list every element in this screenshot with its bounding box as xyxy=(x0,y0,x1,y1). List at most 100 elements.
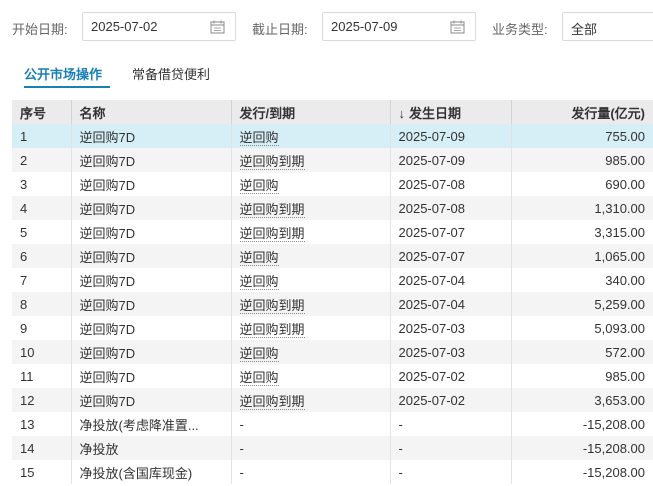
cell-amount: 5,259.00 xyxy=(511,292,653,316)
business-type-label: 业务类型: xyxy=(492,22,548,37)
issue-maturity-value[interactable]: 逆回购到期 xyxy=(239,201,305,218)
cell-issue-maturity: - xyxy=(231,412,391,436)
header-seq[interactable]: 序号 xyxy=(12,100,72,124)
cell-amount: 1,065.00 xyxy=(511,244,653,268)
cell-date: 2025-07-03 xyxy=(390,316,512,340)
table-row[interactable]: 11 逆回购7D 逆回购 2025-07-02 985.00 xyxy=(12,364,653,388)
cell-issue-maturity: 逆回购 xyxy=(231,172,391,196)
issue-maturity-value[interactable]: 逆回购到期 xyxy=(239,393,305,410)
issue-maturity-value[interactable]: 逆回购 xyxy=(239,249,279,266)
calendar-icon[interactable] xyxy=(450,20,465,34)
cell-name: 净投放(考虑降准置... xyxy=(71,412,232,436)
header-amount[interactable]: 发行量(亿元) xyxy=(511,100,653,124)
operations-table: 序号 名称 发行/到期 ↓ 发生日期 发行量(亿元) 1 逆回购7D 逆回购 2025-… xyxy=(12,100,653,484)
cell-seq: 10 xyxy=(12,340,72,364)
issue-maturity-value[interactable]: 逆回购到期 xyxy=(239,321,305,338)
filter-bar: 开始日期: 2025-07-02 截止日期: 2025-07-09 业务类型: … xyxy=(0,12,653,42)
cell-seq: 6 xyxy=(12,244,72,268)
tab-standing-lending-facility[interactable]: 常备借贷便利 xyxy=(132,64,210,83)
header-name[interactable]: 名称 xyxy=(71,100,232,124)
table-row[interactable]: 15 净投放(含国库现金) - - -15,208.00 xyxy=(12,460,653,484)
cell-amount: 340.00 xyxy=(605,272,645,288)
cell-seq: 9 xyxy=(12,316,72,340)
start-date-value: 2025-07-02 xyxy=(91,19,158,34)
cell-seq: 13 xyxy=(12,412,72,436)
cell-amount: 572.00 xyxy=(511,340,653,364)
cell-date: 2025-07-07 xyxy=(390,220,512,244)
tab-open-market-operations[interactable]: 公开市场操作 xyxy=(24,64,102,83)
table-row[interactable]: 10 逆回购7D 逆回购 2025-07-03 572.00 xyxy=(12,340,653,364)
calendar-icon[interactable] xyxy=(210,20,225,34)
cell-name: 逆回购7D xyxy=(71,124,232,148)
issue-maturity-value: - xyxy=(239,416,244,432)
cell-issue-maturity: 逆回购 xyxy=(231,124,391,148)
issue-maturity-value[interactable]: 逆回购 xyxy=(239,177,279,194)
issue-maturity-value[interactable]: 逆回购到期 xyxy=(239,297,305,314)
table-row[interactable]: 2 逆回购7D 逆回购到期 2025-07-09 985.00 xyxy=(12,148,653,172)
table-row[interactable]: 3 逆回购7D 逆回购 2025-07-08 690.00 xyxy=(12,172,653,196)
cell-amount: 985.00 xyxy=(511,148,653,172)
cell-issue-maturity: - xyxy=(231,460,391,484)
table-row[interactable]: 14 净投放 - - -15,208.00 xyxy=(12,436,653,460)
cell-issue-maturity: 逆回购 xyxy=(231,268,391,292)
end-date-label: 截止日期: xyxy=(252,22,308,37)
cell-date: 2025-07-02 xyxy=(390,388,512,412)
cell-seq: 8 xyxy=(12,292,72,316)
header-date[interactable]: ↓ 发生日期 xyxy=(390,100,512,124)
cell-amount: -15,208.00 xyxy=(511,436,653,460)
table-row[interactable]: 7 逆回购7D 逆回购 2025-07-04 340.00 xyxy=(12,268,653,292)
cell-amount: -15,208.00 xyxy=(582,464,645,480)
issue-maturity-value[interactable]: 逆回购 xyxy=(239,129,279,146)
table-row[interactable]: 1 逆回购7D 逆回购 2025-07-09 755.00 xyxy=(12,124,653,148)
active-tab-indicator xyxy=(24,86,110,88)
issue-maturity-value[interactable]: 逆回购到期 xyxy=(239,225,305,242)
table-row[interactable]: 9 逆回购7D 逆回购到期 2025-07-03 5,093.00 xyxy=(12,316,653,340)
cell-seq: 14 xyxy=(12,436,72,460)
cell-name: 逆回购7D xyxy=(71,220,232,244)
cell-amount: 985.00 xyxy=(605,368,645,384)
table-row[interactable]: 6 逆回购7D 逆回购 2025-07-07 1,065.00 xyxy=(12,244,653,268)
issue-maturity-value[interactable]: 逆回购到期 xyxy=(239,153,305,170)
table-row[interactable]: 13 净投放(考虑降准置... - - -15,208.00 xyxy=(12,412,653,436)
cell-date: 2025-07-04 xyxy=(390,268,512,292)
cell-issue-maturity: 逆回购到期 xyxy=(231,148,391,172)
business-type-value: 全部 xyxy=(571,22,598,37)
cell-issue-maturity: 逆回购到期 xyxy=(231,388,391,412)
cell-seq: 3 xyxy=(12,172,72,196)
business-type-select[interactable]: 全部 xyxy=(562,12,653,41)
issue-maturity-value[interactable]: 逆回购 xyxy=(239,369,279,386)
cell-issue-maturity: 逆回购到期 xyxy=(231,220,391,244)
cell-issue-maturity: - xyxy=(231,436,391,460)
cell-issue-maturity: 逆回购 xyxy=(231,340,391,364)
cell-name: 净投放(含国库现金) xyxy=(71,460,232,484)
cell-date: 2025-07-08 xyxy=(390,172,512,196)
header-issue-maturity[interactable]: 发行/到期 xyxy=(231,100,391,124)
cell-date: - xyxy=(390,436,512,460)
app-root: 开始日期: 2025-07-02 截止日期: 2025-07-09 业务类型: … xyxy=(0,0,653,486)
cell-amount: 1,310.00 xyxy=(511,196,653,220)
start-date-field[interactable]: 2025-07-02 xyxy=(82,12,236,41)
end-date-value: 2025-07-09 xyxy=(331,19,398,34)
end-date-field[interactable]: 2025-07-09 xyxy=(322,12,476,41)
table-row[interactable]: 8 逆回购7D 逆回购到期 2025-07-04 5,259.00 xyxy=(12,292,653,316)
issue-maturity-value[interactable]: 逆回购 xyxy=(239,273,279,290)
tab-bar: 公开市场操作 常备借贷便利 xyxy=(0,56,653,92)
cell-date: - xyxy=(390,412,512,436)
issue-maturity-value: - xyxy=(239,464,244,480)
cell-name: 逆回购7D xyxy=(71,340,232,364)
issue-maturity-value[interactable]: 逆回购 xyxy=(239,345,279,362)
table-row[interactable]: 5 逆回购7D 逆回购到期 2025-07-07 3,315.00 xyxy=(12,220,653,244)
cell-amount: 755.00 xyxy=(511,124,653,148)
cell-date: 2025-07-09 xyxy=(390,124,512,148)
cell-date: 2025-07-07 xyxy=(390,244,512,268)
table-row[interactable]: 12 逆回购7D 逆回购到期 2025-07-02 3,653.00 xyxy=(12,388,653,412)
cell-date: 2025-07-09 xyxy=(390,148,512,172)
table-row[interactable]: 4 逆回购7D 逆回购到期 2025-07-08 1,310.00 xyxy=(12,196,653,220)
cell-date: - xyxy=(390,460,512,484)
cell-amount: 3,315.00 xyxy=(594,224,645,240)
cell-name: 逆回购7D xyxy=(71,172,232,196)
cell-date: 2025-07-02 xyxy=(390,364,512,388)
cell-issue-maturity: 逆回购 xyxy=(231,244,391,268)
sort-desc-icon[interactable]: ↓ xyxy=(399,106,406,121)
cell-seq: 2 xyxy=(12,148,72,172)
